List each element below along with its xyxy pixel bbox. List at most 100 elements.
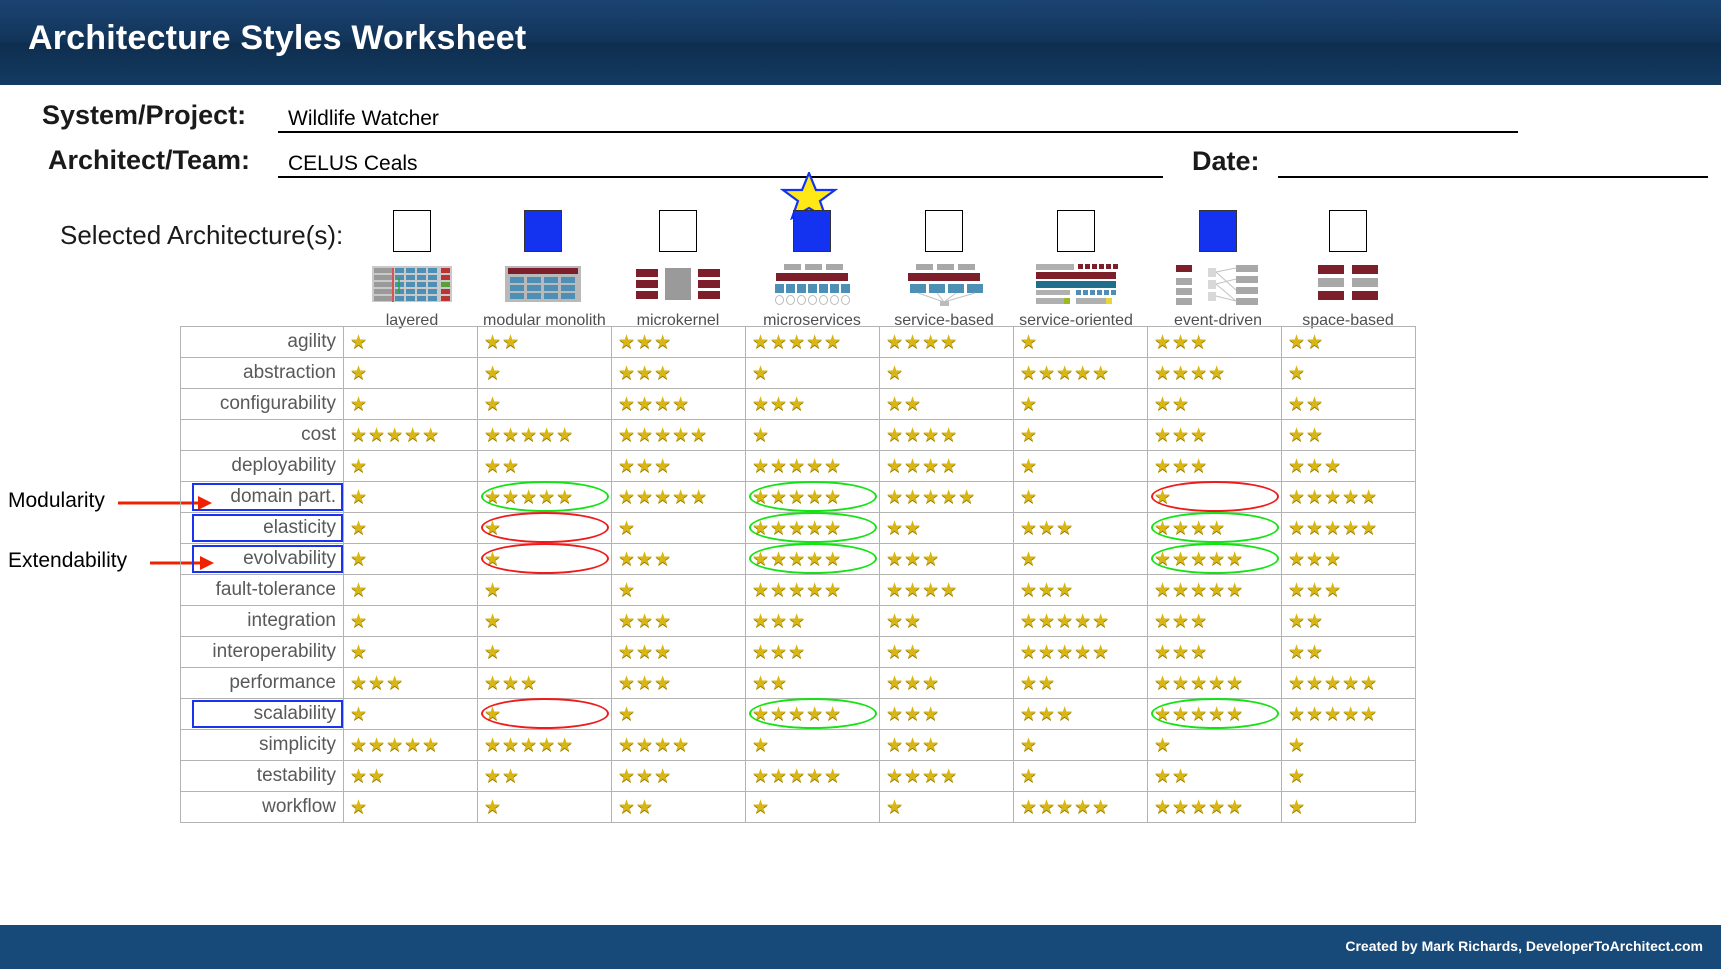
rating-cell: ★★★★★	[1281, 512, 1416, 544]
star-rating: ★★	[484, 455, 521, 477]
characteristic-label-evolvability: evolvability	[180, 543, 344, 575]
star-rating: ★★★	[1154, 331, 1209, 353]
architecture-style-column-microkernel: microkernel	[618, 210, 738, 330]
rating-cell: ★★	[1147, 388, 1282, 420]
annotation-modularity: Modularity	[8, 489, 105, 512]
system-project-value[interactable]: Wildlife Watcher	[288, 107, 439, 131]
architecture-style-column-modular-monolith: modular monolith	[483, 210, 606, 330]
rating-cell: ★	[343, 326, 478, 358]
star-rating: ★★★★★	[752, 703, 843, 725]
rating-cell: ★★★★★	[745, 698, 880, 730]
star-rating: ★★★★★	[1154, 579, 1245, 601]
star-rating: ★	[350, 517, 369, 539]
rating-cell: ★★★	[611, 636, 746, 668]
architecture-characteristics-table: agility ★ ★★ ★★★ ★★★★★ ★★★★ ★ ★★★ ★★ abstraction ★…	[180, 326, 1416, 823]
rating-cell: ★★	[879, 605, 1014, 637]
rating-cell: ★★	[477, 450, 612, 482]
page-title: Architecture Styles Worksheet	[28, 19, 527, 57]
star-rating: ★★★★★	[1020, 641, 1111, 663]
rating-cell: ★★★	[477, 667, 612, 699]
rating-cell: ★★★★★	[1013, 791, 1148, 823]
star-rating: ★	[350, 393, 369, 415]
star-rating: ★	[752, 362, 771, 384]
rating-cell: ★★★	[1147, 605, 1282, 637]
rating-cell: ★★★	[879, 667, 1014, 699]
characteristic-label-domain-part-: domain part.	[180, 481, 344, 513]
date-label: Date:	[1192, 146, 1260, 176]
star-rating: ★★★★	[1154, 517, 1227, 539]
rating-cell: ★★	[1013, 667, 1148, 699]
rating-cell: ★★★	[1147, 636, 1282, 668]
checkbox-service-based[interactable]	[925, 210, 963, 252]
checkbox-space-based[interactable]	[1329, 210, 1367, 252]
rating-cell: ★★★★	[879, 574, 1014, 606]
star-rating: ★★★★★	[752, 331, 843, 353]
checkbox-modular-monolith[interactable]	[524, 210, 562, 252]
star-rating: ★★★	[752, 610, 807, 632]
star-rating: ★★★	[618, 455, 673, 477]
rating-cell: ★	[1013, 760, 1148, 792]
rating-cell: ★★★★★	[477, 481, 612, 513]
rating-cell: ★★★	[611, 450, 746, 482]
star-rating: ★	[1154, 734, 1173, 756]
checkbox-layered[interactable]	[393, 210, 431, 252]
rating-cell: ★★★★★	[1013, 636, 1148, 668]
characteristic-label-elasticity: elasticity	[180, 512, 344, 544]
space-based-diagram-icon	[1318, 265, 1378, 300]
star-rating: ★★	[752, 672, 789, 694]
rating-cell: ★	[745, 729, 880, 761]
star-rating: ★	[1288, 765, 1307, 787]
star-rating: ★	[1020, 393, 1039, 415]
star-rating: ★	[752, 796, 771, 818]
rating-cell: ★★★★★	[1281, 698, 1416, 730]
rating-cell: ★★★★★	[1013, 357, 1148, 389]
table-row: integration ★ ★ ★★★ ★★★ ★★ ★★★★★ ★★★ ★★	[180, 605, 1416, 637]
star-rating: ★★	[886, 610, 923, 632]
star-rating: ★★★★★	[484, 424, 575, 446]
service-oriented-diagram-icon	[1036, 264, 1118, 304]
star-rating: ★★★	[350, 672, 405, 694]
rating-cell: ★	[343, 357, 478, 389]
rating-cell: ★	[1013, 419, 1148, 451]
rating-cell: ★★	[611, 791, 746, 823]
star-rating: ★★★	[1154, 641, 1209, 663]
star-rating: ★★★	[1020, 517, 1075, 539]
star-rating: ★★★★	[618, 734, 691, 756]
star-rating: ★	[1020, 548, 1039, 570]
rating-cell: ★	[1013, 388, 1148, 420]
star-rating: ★	[886, 362, 905, 384]
table-row: performance ★★★ ★★★ ★★★ ★★ ★★★ ★★ ★★★★★ ★★★★★	[180, 667, 1416, 699]
rating-cell: ★	[1147, 481, 1282, 513]
star-rating: ★★	[1288, 393, 1325, 415]
architecture-style-column-event-driven: event-driven	[1158, 210, 1278, 330]
star-rating: ★★★★★	[350, 424, 441, 446]
rating-cell: ★★★	[1147, 419, 1282, 451]
star-rating: ★★★★★	[1288, 703, 1379, 725]
modular monolith-diagram-icon	[505, 266, 581, 302]
table-row: elasticity ★ ★ ★ ★★★★★ ★★ ★★★ ★★★★ ★★★★★	[180, 512, 1416, 544]
checkbox-microkernel[interactable]	[659, 210, 697, 252]
table-row: configurability ★ ★ ★★★★ ★★★ ★★ ★ ★★ ★★	[180, 388, 1416, 420]
star-rating: ★★★★	[886, 579, 959, 601]
star-rating: ★★★	[1154, 610, 1209, 632]
checkbox-event-driven[interactable]	[1199, 210, 1237, 252]
star-rating: ★	[618, 579, 637, 601]
rating-cell: ★	[477, 543, 612, 575]
star-rating: ★★★★	[886, 331, 959, 353]
rating-cell: ★★★	[1147, 450, 1282, 482]
star-rating: ★★★★★	[618, 486, 709, 508]
rating-cell: ★	[477, 574, 612, 606]
star-rating: ★★★★★	[752, 548, 843, 570]
star-rating: ★	[350, 610, 369, 632]
star-rating: ★★	[886, 517, 923, 539]
star-rating: ★★★	[1288, 548, 1343, 570]
checkbox-service-oriented[interactable]	[1057, 210, 1095, 252]
architect-team-label: Architect/Team:	[48, 145, 251, 175]
rating-cell: ★★★	[1013, 574, 1148, 606]
rating-cell: ★★★	[611, 543, 746, 575]
checkbox-microservices[interactable]	[793, 210, 831, 252]
footer-credit: Created by Mark Richards, DeveloperToArc…	[1345, 938, 1703, 954]
architect-team-value[interactable]: CELUS Ceals	[288, 152, 418, 176]
star-rating: ★★★★★	[618, 424, 709, 446]
star-rating: ★★★	[618, 362, 673, 384]
